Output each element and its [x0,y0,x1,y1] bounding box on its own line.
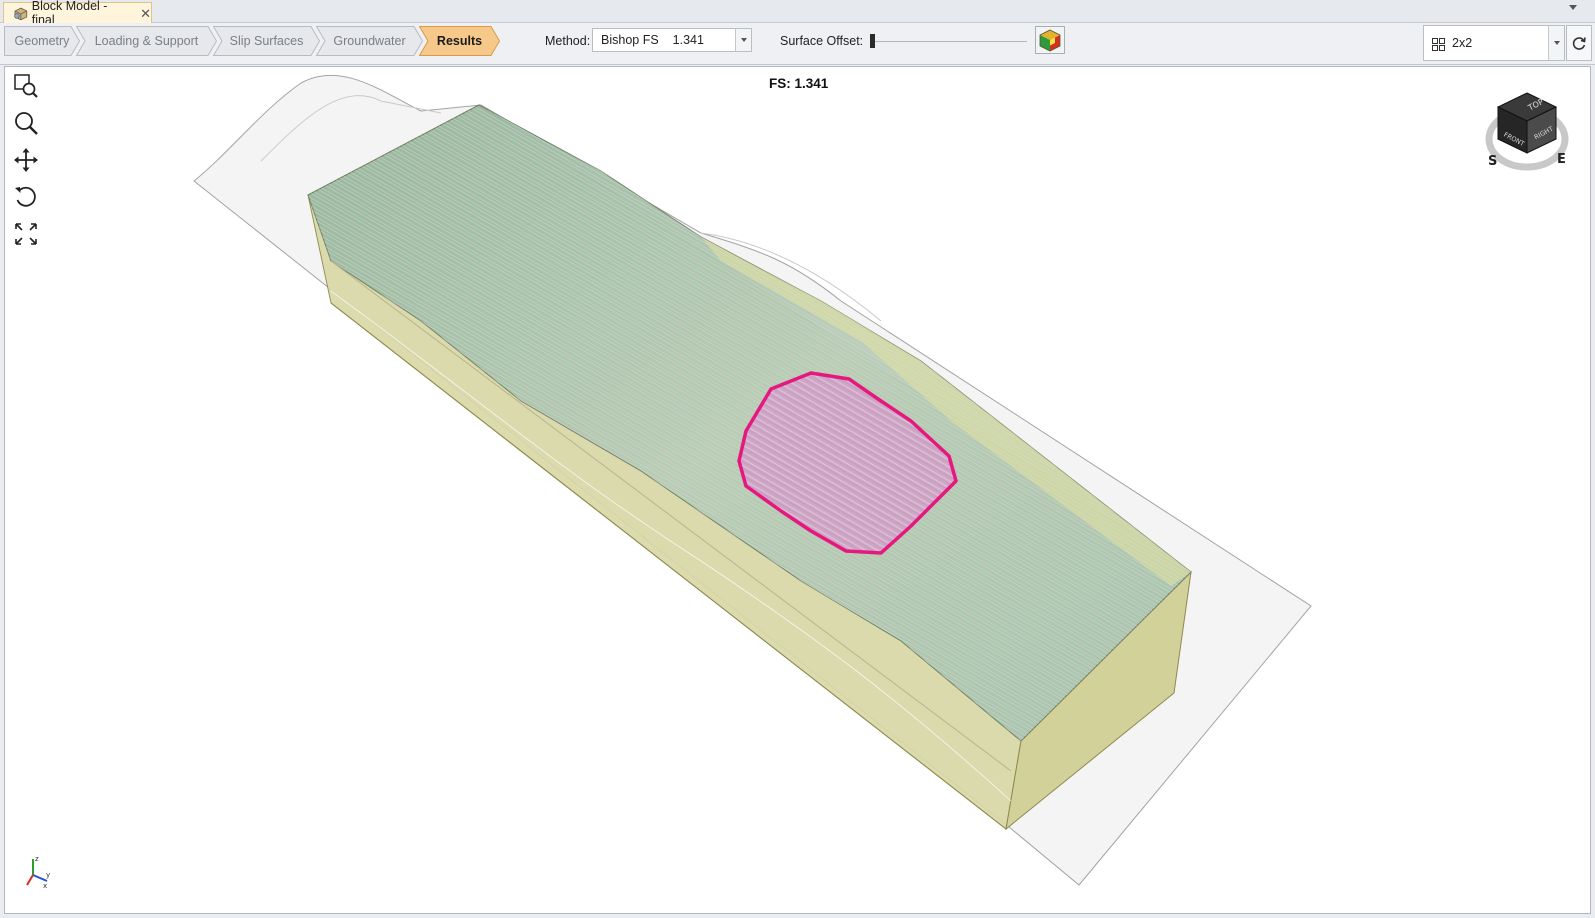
step-loading-support[interactable]: Loading & Support [76,26,217,56]
chevron-down-icon[interactable] [735,29,751,51]
method-value: 1.341 [672,33,704,47]
method-select[interactable]: Bishop FS 1.341 [592,28,752,52]
layout-select[interactable]: 2x2 [1423,25,1565,61]
refresh-icon [1572,37,1586,50]
zoom-icon[interactable] [11,108,41,138]
rotate-icon[interactable] [11,182,41,212]
refresh-button[interactable] [1566,25,1592,61]
document-tab-strip: Block Model - final ✕ [0,0,1595,27]
close-icon[interactable]: ✕ [140,7,151,20]
toolbar: Geometry Loading & Support Slip Surfaces… [0,23,1595,65]
axis-triad: z y x [19,853,53,890]
step-geometry[interactable]: Geometry [4,26,80,56]
surface-offset-slider-track[interactable] [871,41,1027,42]
layout-value: 2x2 [1452,36,1473,50]
view-cube[interactable]: TOP FRONT RIGHT S E [1484,87,1570,177]
step-slip-surfaces[interactable]: Slip Surfaces [213,26,320,56]
grid-2x2-icon [1432,38,1445,51]
colored-cube-icon [1039,29,1061,52]
tab-overflow-chevron-icon[interactable] [1569,5,1577,10]
pan-icon[interactable] [11,145,41,175]
step-groundwater[interactable]: Groundwater [316,26,423,56]
document-tab[interactable]: Block Model - final ✕ [3,0,152,27]
step-label: Groundwater [333,34,406,48]
compass-east-label: E [1557,152,1566,167]
3d-viewport[interactable]: FS: 1.341 TOP FRONT RIGHT S E z y x [4,66,1591,914]
navigation-toolbar [11,71,43,256]
surface-offset-slider-thumb[interactable] [870,34,875,48]
step-label: Loading & Support [94,34,199,48]
axis-z-label: z [35,855,39,863]
chevron-down-icon[interactable] [1548,26,1564,60]
step-label: Slip Surfaces [229,34,304,48]
axis-y-label: y [46,871,50,879]
block-model-icon [14,7,28,20]
axis-x-label: x [43,882,47,889]
render-mode-button[interactable] [1035,26,1065,54]
zoom-window-icon[interactable] [11,71,41,101]
step-label: Results [436,34,483,48]
method-label: Method: [545,34,591,48]
method-name: Bishop FS [601,33,659,47]
compass-south-label: S [1488,154,1497,169]
surface-offset-label: Surface Offset: [780,34,864,48]
factor-of-safety-label: FS: 1.341 [769,76,829,91]
application-window: Block Model - final ✕ Geometry Loading &… [0,0,1595,918]
block-model-render [193,74,1312,886]
step-results[interactable]: Results [419,26,500,56]
step-label: Geometry [14,34,70,48]
zoom-extents-icon[interactable] [11,219,41,249]
